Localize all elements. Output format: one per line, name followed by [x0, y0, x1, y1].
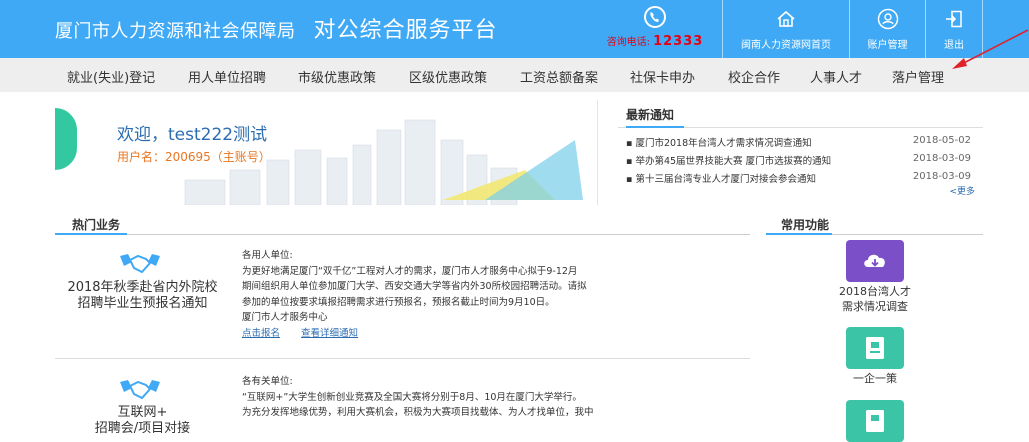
nav-item-employer-recruitment[interactable]: 用人单位招聘	[188, 67, 266, 86]
document-icon	[866, 337, 884, 359]
document-icon	[866, 410, 884, 432]
card-body-fall-recruitment: 各用人单位: 为更好地满足厦门“双千亿”工程对人才的需求，厦门市人才服务中心拟于…	[242, 248, 742, 341]
card-name-line: 2018年秋季赴省内外院校	[67, 280, 218, 295]
func-label-line: 需求情况调查	[842, 300, 908, 313]
notice-item[interactable]: ▪ 第十三届台湾专业人才厦门对接会参会通知 2018-03-09	[618, 168, 983, 186]
nav-item-employment-registration[interactable]: 就业(失业)登记	[67, 67, 155, 86]
notice-title[interactable]: 厦门市2018年台湾人才需求情况调查通知	[635, 138, 811, 149]
platform-name: 对公综合服务平台	[313, 18, 498, 43]
notice-item[interactable]: ▪ 举办第45届世界技能大赛 厦门市选拔赛的通知 2018-03-09	[618, 150, 983, 168]
welcome-banner: 欢迎，test222测试 用户名：200695（主账号）	[55, 100, 595, 205]
notice-date: 2018-05-02	[912, 135, 971, 146]
notice-date: 2018-03-09	[912, 153, 971, 164]
portal-home-button[interactable]: 闽南人力资源网首页	[722, 0, 849, 58]
card-text-line: 期间组织用人单位参加厦门大学、西安交通大学等省内外30所校园招聘活动。请拟	[242, 281, 587, 292]
home-icon	[774, 8, 798, 30]
hot-business-title: 热门业务	[72, 218, 121, 232]
hotline-number: 12333	[653, 34, 704, 49]
func-label-line: 2018台湾人才	[839, 285, 911, 298]
card-text-line: 为充分发挥地缘优势，利用大赛机会，积极为大赛项目找载体、为人才找单位，我中	[242, 407, 594, 418]
nav-item-hr-talent[interactable]: 人事人才	[810, 67, 862, 86]
nav-item-district-policies[interactable]: 区级优惠政策	[409, 67, 487, 86]
logout-icon	[942, 8, 966, 30]
account-label: 账户管理	[867, 40, 908, 51]
notice-title[interactable]: 第十三届台湾专业人才厦门对接会参会通知	[635, 174, 816, 185]
cloud-download-icon	[864, 254, 885, 267]
card-text-line: “互联网+”大学生创新创业竞赛及全国大赛将分别于8月、10月在厦门大学举行。	[242, 391, 582, 403]
top-header: 厦门市人力资源和社会保障局 对公综合服务平台 咨询电话: 12333 闽南人力资源…	[0, 0, 1029, 58]
view-details-link[interactable]: 查看详细通知	[301, 328, 358, 339]
org-name: 厦门市人力资源和社会保障局	[55, 21, 296, 42]
one-enterprise-policy-label[interactable]: 一企一策	[815, 371, 935, 386]
latest-notices: 最新通知 ▪ 厦门市2018年台湾人才需求情况调查通知 2018-05-02 ▪…	[597, 100, 983, 205]
card-divider	[55, 358, 750, 359]
nav-item-social-security-card[interactable]: 社保卡申办	[630, 67, 695, 86]
card-name-internet-plus[interactable]: 互联网+ 招聘会/项目对接	[55, 405, 230, 437]
account-button[interactable]: 账户管理	[849, 0, 925, 58]
card-body-internet-plus: 各有关单位: “互联网+”大学生创新创业竞赛及全国大赛将分别于8月、10月在厦门…	[242, 374, 742, 421]
more-notices-link[interactable]: <更多	[949, 184, 975, 197]
card-text-line: 参加的单位按要求填报招聘需求进行预报名，预报名截止时间为9月10日。	[242, 296, 555, 308]
card-name-line: 互联网+	[117, 405, 168, 420]
card-name-fall-recruitment[interactable]: 2018年秋季赴省内外院校 招聘毕业生预报名通知	[55, 280, 230, 312]
nav-item-school-enterprise[interactable]: 校企合作	[728, 67, 780, 86]
card-text-line: 厦门市人才服务中心	[242, 312, 328, 323]
taiwan-survey-label[interactable]: 2018台湾人才 需求情况调查	[815, 284, 935, 314]
portal-home-label: 闽南人力资源网首页	[741, 40, 831, 51]
nav-item-city-policies[interactable]: 市级优惠政策	[298, 67, 376, 86]
card-name-line: 招聘会/项目对接	[94, 421, 191, 436]
main-nav: 就业(失业)登记 用人单位招聘 市级优惠政策 区级优惠政策 工资总额备案 社保卡…	[0, 58, 1029, 92]
handshake-icon	[120, 380, 160, 400]
func-label-line: 一企一策	[853, 372, 897, 385]
hotline: 咨询电话: 12333	[600, 0, 710, 58]
brand: 厦门市人力资源和社会保障局 对公综合服务平台	[55, 12, 498, 44]
card-text-line: 为更好地满足厦门“双千亿”工程对人才的需求，厦门市人才服务中心拟于9-12月	[242, 265, 578, 277]
hot-business-rule	[55, 233, 750, 235]
taiwan-survey-button[interactable]	[846, 240, 904, 282]
one-enterprise-policy-button[interactable]	[846, 327, 904, 369]
notice-item[interactable]: ▪ 厦门市2018年台湾人才需求情况调查通知 2018-05-02	[618, 132, 983, 150]
common-functions-title: 常用功能	[781, 218, 830, 232]
card-text-line: 各有关单位:	[242, 376, 293, 387]
handshake-icon	[120, 254, 160, 274]
notices-title: 最新通知	[618, 100, 983, 128]
annotation-arrow	[952, 29, 1029, 69]
user-icon	[876, 8, 900, 30]
signup-link[interactable]: 点击报名	[242, 328, 280, 339]
function-button[interactable]	[846, 400, 904, 442]
nav-item-wage-filing[interactable]: 工资总额备案	[520, 67, 598, 86]
notice-date: 2018-03-09	[912, 171, 971, 182]
hotline-label: 咨询电话:	[606, 37, 651, 48]
card-name-line: 招聘毕业生预报名通知	[77, 296, 208, 311]
notice-title[interactable]: 举办第45届世界技能大赛 厦门市选拔赛的通知	[635, 156, 831, 167]
welcome-message: 欢迎，test222测试	[117, 125, 268, 145]
card-text-line: 各用人单位:	[242, 250, 293, 261]
notice-divider	[597, 100, 598, 205]
nav-item-household-registration[interactable]: 落户管理	[892, 67, 944, 86]
common-functions-rule	[766, 233, 983, 235]
card-links: 点击报名 查看详细通知	[242, 326, 742, 342]
username-info: 用户名：200695（主账号）	[117, 150, 271, 164]
phone-icon	[644, 6, 666, 28]
